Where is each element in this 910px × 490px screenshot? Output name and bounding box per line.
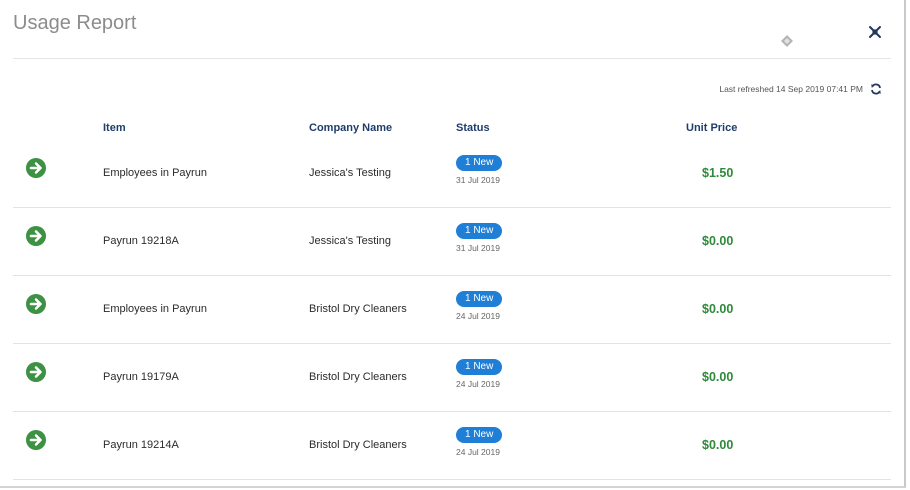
arrow-right-circle-icon <box>29 298 42 310</box>
arrow-right-circle-icon <box>29 434 42 446</box>
header-divider <box>13 58 891 59</box>
column-header-status: Status <box>456 122 490 134</box>
arrow-right-circle-icon <box>29 162 42 174</box>
status-badge: 1 New <box>456 291 503 307</box>
status-date: 31 Jul 2019 <box>456 175 500 185</box>
column-header-company: Company Name <box>309 122 393 134</box>
column-header-unit-price: Unit Price <box>686 122 738 134</box>
collapse-arrows-icon <box>869 26 881 38</box>
status-badge: 1 New <box>456 223 503 239</box>
column-header-item: Item <box>103 122 126 134</box>
item-cell: Employees in Payrun <box>103 303 207 315</box>
table-row: Employees in Payrun Jessica's Testing 1 … <box>13 140 891 208</box>
item-cell: Employees in Payrun <box>103 167 207 179</box>
item-cell: Payrun 19218A <box>103 235 179 247</box>
status-badge: 1 New <box>456 427 503 443</box>
unit-price-cell: $1.50 <box>702 166 734 180</box>
close-button[interactable] <box>866 23 884 41</box>
usage-report-modal: Usage Report Last refreshed 14 Sep 2019 … <box>0 0 906 488</box>
table-row: Payrun 19218A Jessica's Testing 1 New 31… <box>13 208 891 276</box>
table-row: Employees in Payrun Bristol Dry Cleaners… <box>13 276 891 344</box>
table-row: Payrun 19214A Bristol Dry Cleaners 1 New… <box>13 412 891 480</box>
arrow-right-circle-icon <box>29 230 42 242</box>
open-row-button[interactable] <box>26 226 46 246</box>
company-cell: Jessica's Testing <box>309 167 391 179</box>
unit-price-cell: $0.00 <box>702 302 734 316</box>
table-row: Payrun 19179A Bristol Dry Cleaners 1 New… <box>13 344 891 412</box>
status-date: 24 Jul 2019 <box>456 311 500 321</box>
refresh-icon <box>871 83 881 95</box>
move-handle-icon[interactable] <box>780 34 794 48</box>
open-row-button[interactable] <box>26 294 46 314</box>
company-cell: Bristol Dry Cleaners <box>309 439 407 451</box>
modal-title: Usage Report <box>13 12 137 34</box>
status-date: 24 Jul 2019 <box>456 379 500 389</box>
last-refreshed-text: Last refreshed 14 Sep 2019 07:41 PM <box>719 84 863 94</box>
status-date: 24 Jul 2019 <box>456 447 500 457</box>
company-cell: Jessica's Testing <box>309 235 391 247</box>
open-row-button[interactable] <box>26 430 46 450</box>
refresh-status: Last refreshed 14 Sep 2019 07:41 PM <box>719 83 882 95</box>
unit-price-cell: $0.00 <box>702 370 734 384</box>
refresh-button[interactable] <box>870 83 882 95</box>
item-cell: Payrun 19214A <box>103 439 179 451</box>
status-badge: 1 New <box>456 359 503 375</box>
company-cell: Bristol Dry Cleaners <box>309 303 407 315</box>
arrow-right-circle-icon <box>29 366 42 378</box>
company-cell: Bristol Dry Cleaners <box>309 371 407 383</box>
status-date: 31 Jul 2019 <box>456 243 500 253</box>
unit-price-cell: $0.00 <box>702 234 734 248</box>
status-badge: 1 New <box>456 155 503 171</box>
item-cell: Payrun 19179A <box>103 371 179 383</box>
unit-price-cell: $0.00 <box>702 438 734 452</box>
open-row-button[interactable] <box>26 362 46 382</box>
open-row-button[interactable] <box>26 158 46 178</box>
